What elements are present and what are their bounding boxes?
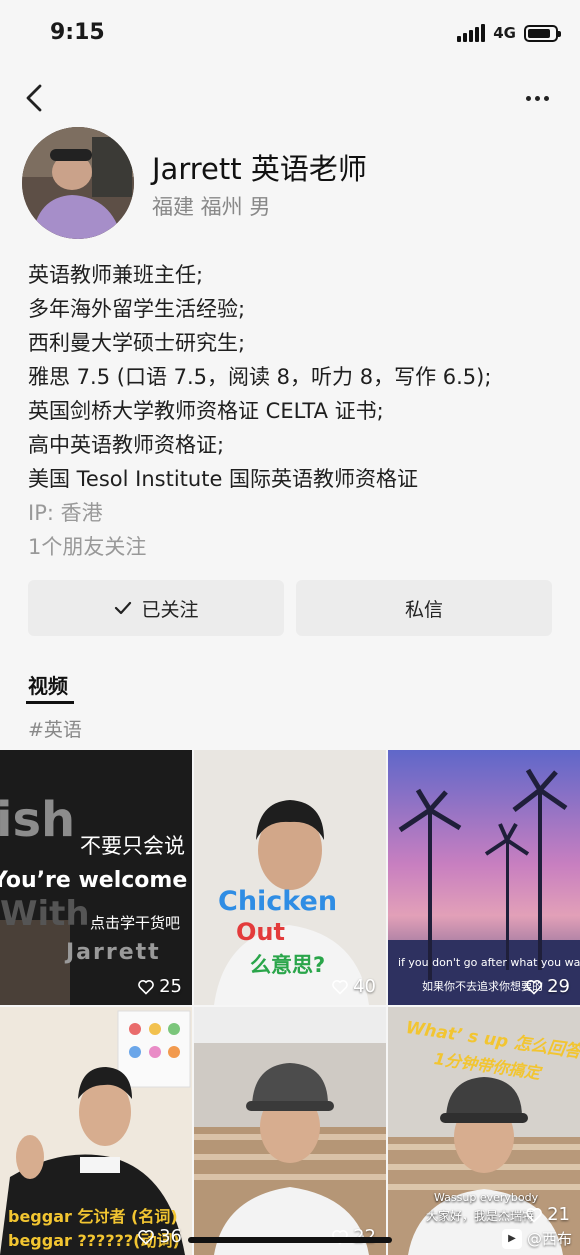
video-thumbnail[interactable]: What’ s up 怎么回答? 1分钟带你搞定 Wassup everybod… (388, 1007, 580, 1255)
status-indicators: 4G (457, 24, 561, 42)
battery-icon (524, 24, 561, 42)
network-label: 4G (493, 24, 516, 42)
status-time: 9:15 (50, 20, 105, 45)
profile-bio: 英语教师兼班主任; 多年海外留学生活经验; 西利曼大学硕士研究生; 雅思 7.5… (28, 258, 558, 564)
video-caption: Out (236, 918, 285, 946)
ip-location: IP: 香港 (28, 501, 103, 525)
video-caption: 点击学干货吧 (90, 914, 181, 932)
followed-label: 已关注 (141, 598, 199, 621)
checkmark-icon (115, 601, 132, 615)
status-bar: 9:15 4G (0, 0, 580, 70)
video-caption: 么意思? (250, 953, 326, 977)
app-logo-icon: ▶ (501, 1228, 522, 1249)
nav-bar (0, 70, 580, 126)
video-caption: 大家好，我是杰瑞特 (426, 1209, 535, 1223)
signal-icon (457, 24, 486, 42)
heart-icon (526, 1207, 542, 1223)
video-caption: Wassup everybody (434, 1191, 539, 1204)
bio-line: 高中英语教师资格证; (28, 433, 225, 457)
bio-line: 美国 Tesol Institute 国际英语教师资格证 (28, 467, 419, 491)
followed-button[interactable]: 已关注 (28, 580, 284, 636)
video-caption: Jarrett (66, 940, 161, 965)
bio-line: 英语教师兼班主任; (28, 263, 204, 287)
video-thumbnail[interactable]: ish 不要只会说 You’re welcome With 点击学干货吧 Jar… (0, 750, 192, 1005)
like-count: 29 (525, 976, 570, 997)
watermark: ▶ @西布 (501, 1228, 572, 1249)
home-indicator[interactable] (188, 1237, 392, 1243)
video-caption: You’re welcome (0, 868, 188, 893)
video-thumbnail[interactable]: 22 (194, 1007, 386, 1255)
heart-icon (526, 979, 542, 995)
profile-location: 福建 福州 男 (152, 195, 271, 219)
bio-line: 雅思 7.5 (口语 7.5，阅读 8，听力 8，写作 6.5); (28, 365, 492, 389)
hashtag-filter[interactable]: #英语 (28, 715, 82, 742)
bio-line: 英国剑桥大学教师资格证 CELTA 证书; (28, 399, 384, 423)
avatar[interactable] (22, 127, 134, 239)
more-dot-icon (525, 95, 531, 101)
bio-line: 西利曼大学硕士研究生; (28, 331, 246, 355)
video-frame (194, 1007, 386, 1255)
like-count: 40 (331, 976, 376, 997)
profile-name: Jarrett 英语老师 (152, 152, 367, 186)
like-count: 25 (137, 976, 182, 997)
video-thumbnail[interactable]: beggar 乞讨者 (名词) beggar ??????(动词) 36 (0, 1007, 192, 1255)
video-caption: beggar 乞讨者 (名词) (8, 1207, 178, 1226)
video-thumbnail[interactable]: Chicken Out 么意思? 40 (194, 750, 386, 1005)
tab-videos[interactable]: 视频 (28, 670, 68, 699)
video-caption: 不要只会说 (80, 834, 185, 858)
video-grid: ish 不要只会说 You’re welcome With 点击学干货吧 Jar… (0, 750, 580, 1255)
more-button[interactable] (514, 84, 560, 112)
like-count: 36 (137, 1226, 182, 1247)
heart-icon (332, 979, 348, 995)
bio-line: 多年海外留学生活经验; (28, 297, 246, 321)
back-button[interactable] (18, 80, 54, 116)
chevron-left-icon (26, 84, 42, 112)
like-count: 21 (525, 1204, 570, 1225)
heart-icon (138, 979, 154, 995)
heart-icon (138, 1229, 154, 1245)
video-caption: ish (0, 792, 76, 848)
message-button[interactable]: 私信 (296, 580, 552, 636)
video-caption: With (0, 894, 90, 934)
video-thumbnail[interactable]: if you don't go after what you want 如果你不… (388, 750, 580, 1005)
tab-indicator (26, 701, 74, 704)
avatar-image (22, 127, 134, 239)
video-caption: if you don't go after what you want (398, 956, 580, 969)
message-label: 私信 (404, 598, 443, 621)
video-caption: Chicken (218, 886, 338, 917)
friends-following[interactable]: 1个朋友关注 (28, 530, 558, 564)
